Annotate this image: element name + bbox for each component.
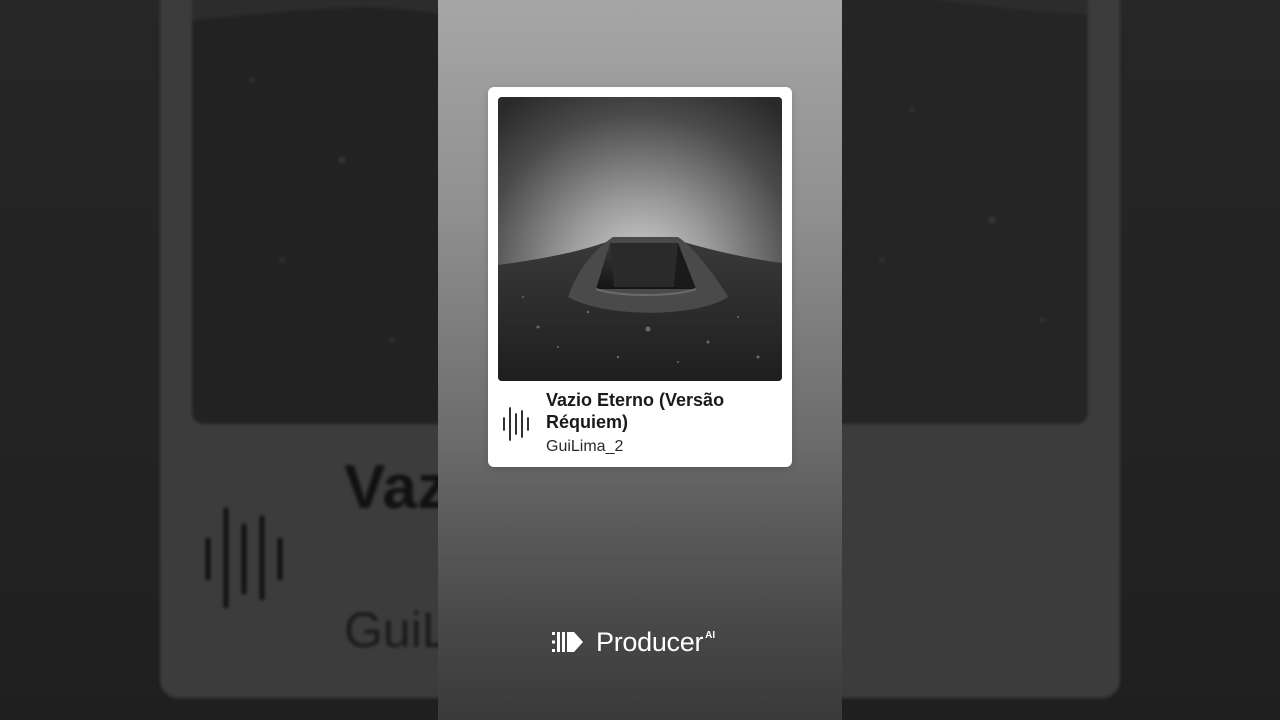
brand-suffix: AI: [705, 630, 716, 641]
background-waveform-icon: [205, 507, 283, 609]
waveform-icon: [503, 407, 529, 441]
song-artist[interactable]: GuiLima_2: [546, 437, 623, 457]
song-title: Vazio Eterno (Versão Réquiem): [546, 390, 725, 432]
cover-art-image: [498, 97, 782, 381]
brand-logo: Producer AI: [552, 626, 715, 658]
song-card[interactable]: Vazio Eterno (Versão Réquiem) GuiLima_2: [488, 87, 792, 467]
brand-name: Producer: [596, 626, 704, 657]
producer-logo-icon: [552, 632, 583, 652]
background-artist-echo: GuiL: [344, 602, 450, 658]
center-panel: Vazio Eterno (Versão Réquiem) GuiLima_2 …: [438, 0, 842, 720]
